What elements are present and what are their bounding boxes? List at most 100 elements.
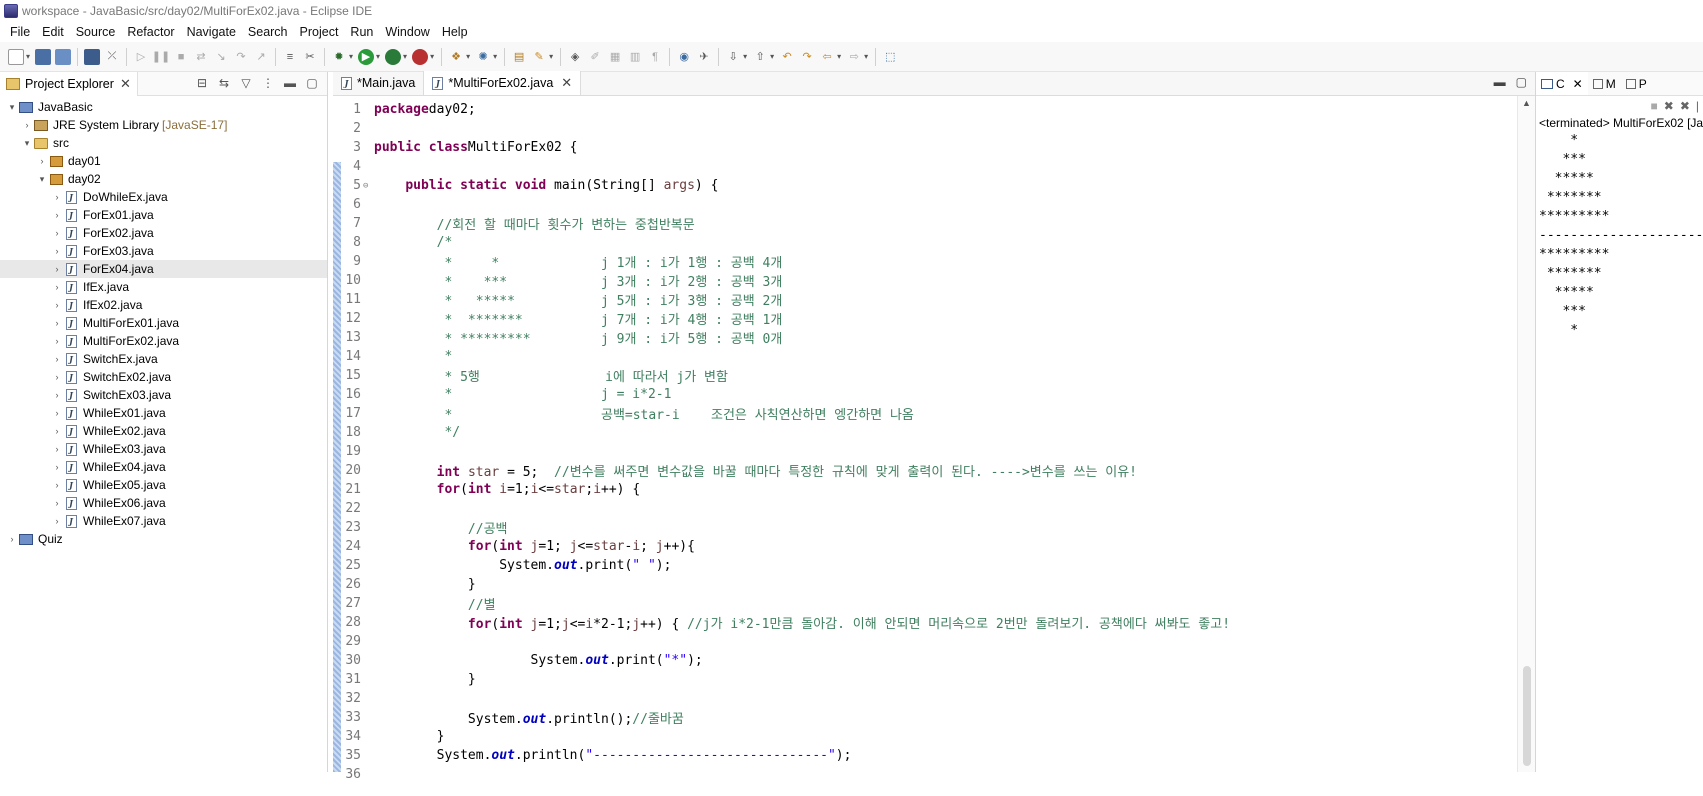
run-dropdown-icon[interactable]: ▾ [376, 52, 380, 61]
tree-item[interactable]: › J WhileEx03.java [0, 440, 327, 458]
minimize-icon[interactable]: ▬ [283, 76, 297, 90]
chevron-right-icon[interactable]: › [51, 264, 63, 274]
new-icon[interactable] [8, 48, 24, 65]
tree-item[interactable]: › J IfEx.java [0, 278, 327, 296]
tree-item[interactable]: › J WhileEx02.java [0, 422, 327, 440]
close-icon[interactable]: ✕ [1573, 77, 1583, 91]
chevron-down-icon[interactable]: ▾ [21, 138, 33, 149]
tree-item[interactable]: › J SwitchEx.java [0, 350, 327, 368]
tab-project-explorer[interactable]: Project Explorer ✕ [0, 71, 138, 96]
chevron-down-icon[interactable]: ▾ [6, 102, 18, 113]
view-menu-icon[interactable]: ⋮ [261, 76, 275, 90]
tree-item[interactable]: ▾ src [0, 134, 327, 152]
menu-run[interactable]: Run [344, 25, 379, 39]
search-dropdown-icon[interactable]: ▾ [549, 52, 553, 61]
save-all-icon[interactable] [55, 48, 72, 65]
menu-source[interactable]: Source [70, 25, 122, 39]
menu-edit[interactable]: Edit [36, 25, 70, 39]
external-tools-dropdown-icon[interactable]: ▾ [430, 52, 434, 61]
class-dropdown-icon[interactable]: ▾ [493, 52, 497, 61]
web-browser-icon[interactable]: ◉ [676, 49, 692, 65]
run-icon[interactable]: ▶ [358, 48, 375, 65]
chevron-right-icon[interactable]: › [51, 300, 63, 310]
debug-icon[interactable]: ✹ [331, 49, 347, 65]
chevron-right-icon[interactable]: › [51, 282, 63, 292]
terminate-icon[interactable]: ■ [173, 49, 189, 65]
link-with-editor-icon[interactable]: ⇆ [217, 76, 231, 90]
remove-all-terminated-icon[interactable]: ✖ [1680, 99, 1690, 113]
chevron-right-icon[interactable]: › [51, 318, 63, 328]
back-icon[interactable]: ⇦ [819, 49, 835, 65]
next-annotation-icon[interactable]: ⇩ [725, 49, 741, 65]
tree-item[interactable]: › J ForEx02.java [0, 224, 327, 242]
mark-occurrences-icon[interactable]: ✐ [587, 49, 603, 65]
chevron-right-icon[interactable]: › [51, 444, 63, 454]
remove-launch-icon[interactable]: ✖ [1664, 99, 1674, 113]
block-selection-icon[interactable]: ▦ [607, 49, 623, 65]
show-whitespace-icon[interactable]: ¶ [647, 49, 663, 65]
scrollbar-thumb[interactable] [1523, 666, 1531, 766]
chevron-right-icon[interactable]: › [51, 246, 63, 256]
collapse-all-icon[interactable]: ⊟ [195, 76, 209, 90]
console-output[interactable]: * *** ***** ******* ********* ------------… [1536, 133, 1703, 342]
tree-item[interactable]: › J ForEx03.java [0, 242, 327, 260]
chevron-right-icon[interactable]: › [51, 210, 63, 220]
chevron-right-icon[interactable]: › [51, 228, 63, 238]
tree-item[interactable]: › JRE System Library [JavaSE-17] [0, 116, 327, 134]
toggle-annotation-icon[interactable]: ◈ [567, 49, 583, 65]
maximize-icon[interactable]: ▢ [305, 76, 319, 90]
filter-icon[interactable]: ▽ [239, 76, 253, 90]
tree-item[interactable]: › J WhileEx04.java [0, 458, 327, 476]
chevron-right-icon[interactable]: › [51, 372, 63, 382]
tree-item[interactable]: › J WhileEx05.java [0, 476, 327, 494]
tree-item[interactable]: › J WhileEx07.java [0, 512, 327, 530]
previous-annotation-dropdown-icon[interactable]: ▾ [770, 52, 774, 61]
chevron-right-icon[interactable]: › [6, 534, 18, 544]
step-into-icon[interactable]: ↘ [213, 49, 229, 65]
menu-help[interactable]: Help [436, 25, 474, 39]
open-console-icon[interactable] [84, 48, 101, 65]
menu-project[interactable]: Project [294, 25, 345, 39]
code-area[interactable]: 1 packageday02; 2 3 public classMultiForEx02… [333, 96, 1535, 796]
new-dropdown-icon[interactable]: ▾ [26, 52, 30, 61]
external-tools-icon[interactable] [412, 48, 429, 65]
previous-annotation-icon[interactable]: ⇧ [752, 49, 768, 65]
skip-breakpoints-icon[interactable]: ⤫ [104, 49, 120, 65]
chevron-right-icon[interactable]: › [51, 426, 63, 436]
link-icon[interactable]: ✂ [302, 49, 318, 65]
open-type-icon[interactable]: ▤ [511, 49, 527, 65]
format-icon[interactable]: ≡ [282, 49, 298, 65]
menu-window[interactable]: Window [379, 25, 435, 39]
tree-item[interactable]: › J IfEx02.java [0, 296, 327, 314]
menu-refactor[interactable]: Refactor [121, 25, 180, 39]
menu-file[interactable]: File [4, 25, 36, 39]
chevron-right-icon[interactable]: › [51, 516, 63, 526]
save-icon[interactable] [35, 48, 52, 65]
search-icon[interactable]: ✎ [531, 49, 547, 65]
chevron-right-icon[interactable]: › [51, 480, 63, 490]
tree-item[interactable]: › J DoWhileEx.java [0, 188, 327, 206]
tree-item[interactable]: › J SwitchEx02.java [0, 368, 327, 386]
chevron-right-icon[interactable]: › [36, 156, 48, 166]
chevron-right-icon[interactable]: › [51, 336, 63, 346]
chevron-right-icon[interactable]: › [51, 192, 63, 202]
tree-item[interactable]: › J MultiForEx02.java [0, 332, 327, 350]
tree-item[interactable]: › day01 [0, 152, 327, 170]
tree-item[interactable]: › J MultiForEx01.java [0, 314, 327, 332]
chevron-right-icon[interactable]: › [51, 498, 63, 508]
step-return-icon[interactable]: ↗ [253, 49, 269, 65]
word-wrap-icon[interactable]: ▥ [627, 49, 643, 65]
console-menu-icon[interactable]: | [1696, 99, 1699, 113]
new-java-class-icon[interactable]: ✺ [475, 49, 491, 65]
tree-item[interactable]: › Quiz [0, 530, 327, 548]
maximize-icon[interactable]: ▢ [1516, 75, 1527, 89]
minimize-icon[interactable]: ▬ [1494, 75, 1506, 89]
menu-search[interactable]: Search [242, 25, 294, 39]
chevron-right-icon[interactable]: › [51, 408, 63, 418]
forward-dropdown-icon[interactable]: ▾ [864, 52, 868, 61]
tree-item[interactable]: › J WhileEx06.java [0, 494, 327, 512]
tab-console[interactable]: C ✕ [1536, 72, 1588, 95]
coverage-icon[interactable] [385, 48, 402, 65]
tab-multiforex02-java[interactable]: J *MultiForEx02.java ✕ [424, 71, 582, 95]
next-annotation-dropdown-icon[interactable]: ▾ [743, 52, 747, 61]
